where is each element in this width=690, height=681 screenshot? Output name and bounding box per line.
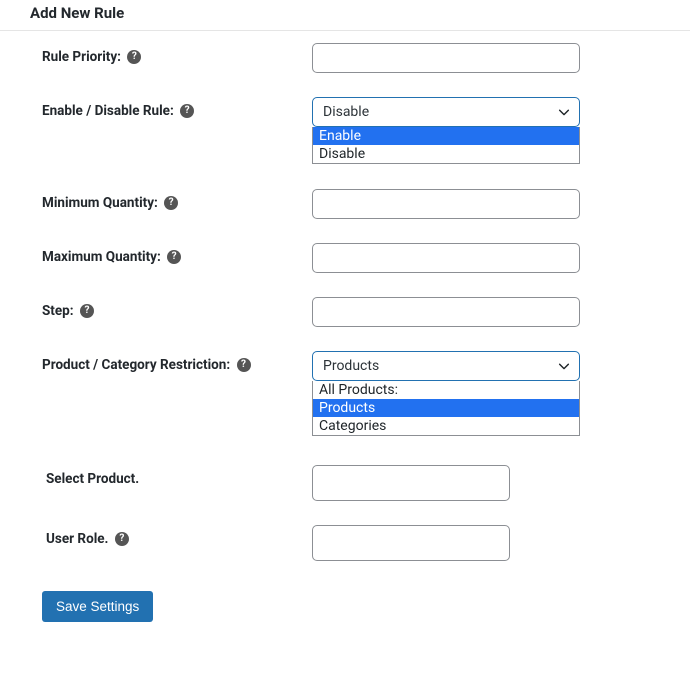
page-title: Add New Rule bbox=[0, 0, 690, 30]
help-icon[interactable]: ? bbox=[167, 250, 181, 264]
rule-priority-input[interactable] bbox=[312, 43, 580, 73]
help-icon[interactable]: ? bbox=[180, 104, 194, 118]
submit-row: Save Settings bbox=[0, 573, 690, 622]
help-icon[interactable]: ? bbox=[80, 304, 94, 318]
min-quantity-label: Minimum Quantity: bbox=[42, 195, 158, 211]
select-product-input[interactable] bbox=[312, 465, 510, 501]
max-quantity-label: Maximum Quantity: bbox=[42, 249, 161, 265]
enable-option[interactable]: Enable bbox=[313, 127, 579, 145]
row-max-quantity: Maximum Quantity: ? bbox=[0, 231, 690, 285]
help-icon[interactable]: ? bbox=[127, 50, 141, 64]
restriction-selected: Products bbox=[323, 358, 379, 374]
row-min-quantity: Minimum Quantity: ? bbox=[0, 177, 690, 231]
enable-disable-select[interactable]: Disable bbox=[312, 97, 580, 127]
row-enable-disable: Enable / Disable Rule: ? Disable Enable … bbox=[0, 85, 690, 177]
enable-disable-dropdown: Enable Disable bbox=[312, 127, 580, 164]
restriction-option-categories[interactable]: Categories bbox=[313, 417, 579, 435]
max-quantity-input[interactable] bbox=[312, 243, 580, 273]
save-settings-button[interactable]: Save Settings bbox=[42, 591, 153, 622]
enable-disable-label: Enable / Disable Rule: bbox=[42, 103, 174, 119]
help-icon[interactable]: ? bbox=[115, 532, 129, 546]
disable-option[interactable]: Disable bbox=[313, 145, 579, 163]
help-icon[interactable]: ? bbox=[237, 358, 251, 372]
row-step: Step: ? bbox=[0, 285, 690, 339]
step-input[interactable] bbox=[312, 297, 580, 327]
chevron-down-icon bbox=[557, 359, 571, 373]
chevron-down-icon bbox=[557, 105, 571, 119]
help-icon[interactable]: ? bbox=[164, 196, 178, 210]
row-rule-priority: Rule Priority: ? bbox=[0, 31, 690, 85]
step-label: Step: bbox=[42, 303, 74, 319]
min-quantity-input[interactable] bbox=[312, 189, 580, 219]
restriction-label: Product / Category Restriction: bbox=[42, 357, 230, 373]
rule-priority-label: Rule Priority: bbox=[42, 49, 121, 65]
user-role-input[interactable] bbox=[312, 525, 510, 561]
restriction-dropdown: All Products: Products Categories bbox=[312, 381, 580, 436]
settings-form: Rule Priority: ? Enable / Disable Rule: … bbox=[0, 31, 690, 573]
restriction-option-all[interactable]: All Products: bbox=[313, 381, 579, 399]
row-restriction: Product / Category Restriction: ? Produc… bbox=[0, 339, 690, 453]
select-product-label: Select Product. bbox=[46, 471, 139, 487]
row-select-product: Select Product. bbox=[0, 453, 690, 513]
user-role-label: User Role. bbox=[46, 531, 108, 547]
restriction-select[interactable]: Products bbox=[312, 351, 580, 381]
enable-disable-selected: Disable bbox=[323, 104, 369, 120]
row-user-role: User Role. ? bbox=[0, 513, 690, 573]
restriction-option-products[interactable]: Products bbox=[313, 399, 579, 417]
